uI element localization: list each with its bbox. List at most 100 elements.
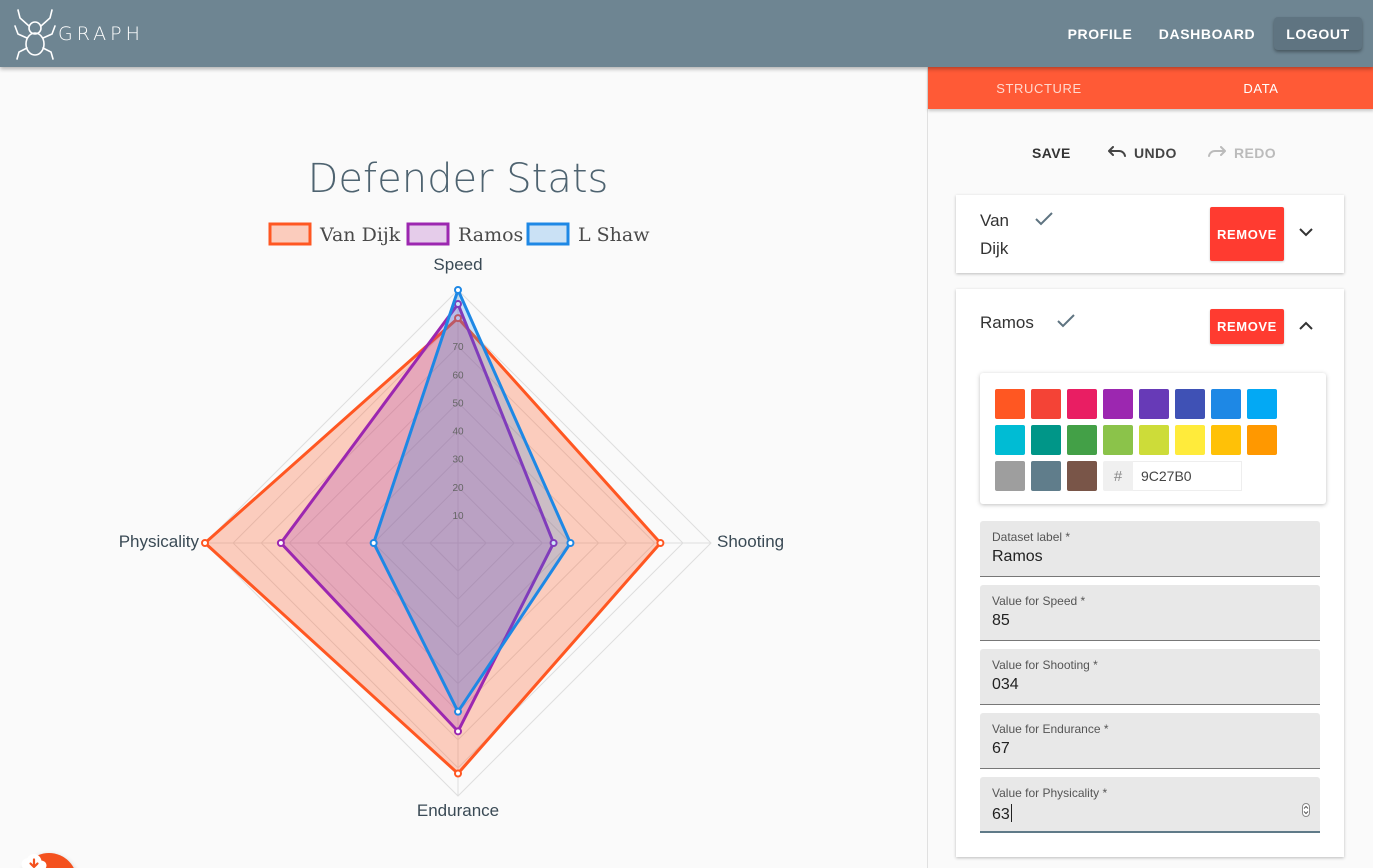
spider-logo-icon xyxy=(14,9,56,60)
field-label: Value for Physicality * xyxy=(992,786,1108,800)
data-point xyxy=(454,769,462,778)
undo-icon xyxy=(1108,146,1126,157)
field-value: Ramos xyxy=(992,548,1043,565)
axis-label: Physicality xyxy=(119,532,200,551)
field-label: Dataset label * xyxy=(992,530,1071,544)
remove-button[interactable]: REMOVE xyxy=(1210,207,1284,261)
dataset-name: Ramos xyxy=(980,313,1034,332)
cloud-download-icon xyxy=(21,854,47,868)
color-swatch[interactable] xyxy=(1031,389,1061,419)
data-point xyxy=(454,286,462,294)
legend-swatch xyxy=(268,222,312,246)
data-point xyxy=(454,707,462,716)
color-swatch[interactable] xyxy=(1103,425,1133,455)
tick-label: 20 xyxy=(452,483,464,494)
redo-icon xyxy=(1208,146,1226,157)
undo-button[interactable]: UNDO xyxy=(1108,137,1177,169)
dataset-card-ramos: Ramos REMOVE # 9C27B0 Dataset label * Ra… xyxy=(956,289,1344,857)
color-swatch[interactable] xyxy=(1247,425,1277,455)
remove-button[interactable]: REMOVE xyxy=(1210,309,1284,344)
number-spinner-icon[interactable] xyxy=(1302,803,1310,817)
hash-prefix: # xyxy=(1103,461,1133,491)
data-point xyxy=(369,539,378,547)
redo-button[interactable]: REDO xyxy=(1208,137,1276,169)
shooting-value-field[interactable]: Value for Shooting * 034 xyxy=(980,649,1320,705)
tab-bar: STRUCTURE DATA xyxy=(928,67,1373,109)
field-value-text: 63 xyxy=(992,806,1010,823)
logout-button[interactable]: LOGOUT xyxy=(1274,17,1362,50)
color-swatch[interactable] xyxy=(1247,389,1277,419)
color-swatch[interactable] xyxy=(1175,425,1205,455)
dataset-name: Van Dijk xyxy=(980,211,1009,258)
radar-chart: Defender Stats Van Dijk Ramos L Shaw 10 20 30 4… xyxy=(119,156,784,820)
color-swatch[interactable] xyxy=(1031,425,1061,455)
save-label: SAVE xyxy=(1032,145,1071,161)
color-swatch[interactable] xyxy=(1175,389,1205,419)
tick-label: 30 xyxy=(452,455,464,466)
tick-label: 60 xyxy=(452,370,464,381)
dataset-label-field[interactable]: Dataset label * Ramos xyxy=(980,521,1320,577)
color-picker: # 9C27B0 xyxy=(980,373,1326,504)
color-swatch[interactable] xyxy=(1067,461,1097,491)
redo-label: REDO xyxy=(1234,145,1277,161)
field-label: Value for Speed * xyxy=(992,594,1086,608)
check-icon xyxy=(1057,314,1075,328)
field-value: 67 xyxy=(992,740,1010,757)
editor-panel: STRUCTURE DATA SAVE UNDO REDO Van Dijk R… xyxy=(927,67,1373,868)
field-value: 63 xyxy=(992,804,1012,824)
color-swatch[interactable] xyxy=(995,425,1025,455)
legend-label: Ramos xyxy=(458,224,523,246)
action-bar: SAVE UNDO REDO xyxy=(928,137,1373,169)
endurance-value-field[interactable]: Value for Endurance * 67 xyxy=(980,713,1320,769)
hex-color-input[interactable]: 9C27B0 xyxy=(1133,461,1242,491)
chart-title: Defender Stats xyxy=(308,156,609,202)
color-swatch[interactable] xyxy=(1067,389,1097,419)
undo-label: UNDO xyxy=(1134,145,1177,161)
color-swatch[interactable] xyxy=(1103,389,1133,419)
legend-label: L Shaw xyxy=(578,224,650,246)
text-caret xyxy=(1010,804,1012,822)
field-value: 034 xyxy=(992,676,1019,693)
tick-label: 10 xyxy=(452,511,464,522)
field-label: Value for Endurance * xyxy=(992,722,1109,736)
tick-label: 40 xyxy=(452,427,464,438)
field-value: 85 xyxy=(992,612,1010,629)
tick-label: 50 xyxy=(452,398,464,409)
legend-label: Van Dijk xyxy=(319,224,401,246)
legend-swatch xyxy=(406,222,450,246)
color-swatch[interactable] xyxy=(1211,425,1241,455)
physicality-value-field[interactable]: Value for Physicality * 63 xyxy=(980,777,1320,833)
color-swatch[interactable] xyxy=(1211,389,1241,419)
save-button[interactable]: SAVE xyxy=(1032,137,1071,169)
chart-area: Defender Stats Van Dijk Ramos L Shaw 10 20 30 4… xyxy=(0,67,927,868)
chevron-down-icon[interactable] xyxy=(1298,227,1314,237)
logo-text: GRAPH xyxy=(58,23,144,45)
color-swatch[interactable] xyxy=(995,389,1025,419)
data-point xyxy=(566,539,575,547)
app-logo[interactable]: GRAPH xyxy=(14,8,144,60)
legend-swatch xyxy=(526,222,570,246)
color-swatch[interactable] xyxy=(1139,389,1169,419)
data-point xyxy=(656,539,665,547)
axis-label: Shooting xyxy=(717,532,784,551)
top-app-bar: GRAPH PROFILE DASHBOARD LOGOUT xyxy=(0,0,1373,67)
color-swatch[interactable] xyxy=(995,461,1025,491)
axis-label: Speed xyxy=(433,255,482,274)
dashboard-button[interactable]: DASHBOARD xyxy=(1152,17,1262,50)
data-point xyxy=(201,539,209,547)
color-swatch[interactable] xyxy=(1139,425,1169,455)
color-swatch[interactable] xyxy=(1067,425,1097,455)
axis-label: Endurance xyxy=(417,801,499,820)
tick-label: 70 xyxy=(452,342,464,353)
data-point xyxy=(276,539,285,547)
tab-data[interactable]: DATA xyxy=(1150,67,1372,109)
speed-value-field[interactable]: Value for Speed * 85 xyxy=(980,585,1320,641)
data-point xyxy=(454,727,462,736)
field-label: Value for Shooting * xyxy=(992,658,1098,672)
chevron-up-icon[interactable] xyxy=(1298,321,1314,331)
tab-structure[interactable]: STRUCTURE xyxy=(928,67,1150,109)
profile-button[interactable]: PROFILE xyxy=(1062,17,1138,50)
dataset-card-van-dijk: Van Dijk REMOVE xyxy=(956,195,1344,273)
check-icon xyxy=(1035,212,1053,226)
color-swatch[interactable] xyxy=(1031,461,1061,491)
